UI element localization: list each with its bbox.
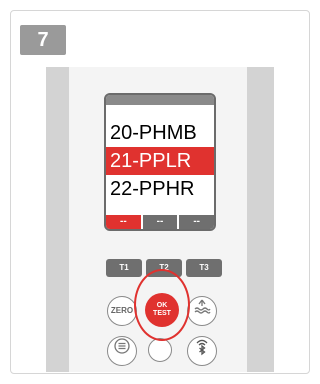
bluetooth-wireless-icon <box>188 337 216 357</box>
t1-button[interactable]: T1 <box>106 259 142 277</box>
softkey-1: -- <box>106 215 141 229</box>
bluetooth-button[interactable] <box>187 336 217 366</box>
softkey-2: -- <box>142 215 178 229</box>
tide-button[interactable] <box>187 296 217 326</box>
menu-item-21-selected[interactable]: 21-PPLR <box>106 147 214 175</box>
tide-icon <box>188 297 216 317</box>
menu-item-20[interactable]: 20-PHMB <box>106 119 214 147</box>
softkey-3: -- <box>179 215 214 229</box>
menu-item-22[interactable]: 22-PPHR <box>106 175 214 203</box>
softkey-bar: -- -- -- <box>106 215 214 229</box>
device-screen: 20-PHMB 21-PPLR 22-PPHR -- -- -- <box>104 93 216 231</box>
highlight-ring <box>134 269 190 341</box>
zero-button[interactable]: ZERO <box>107 296 137 326</box>
step-badge: 7 <box>20 25 66 55</box>
center-circle-button[interactable] <box>148 338 172 362</box>
t3-button[interactable]: T3 <box>186 259 222 277</box>
menu-button[interactable] <box>107 336 137 366</box>
menu-icon <box>108 337 136 355</box>
screen-header-bar <box>106 95 214 105</box>
